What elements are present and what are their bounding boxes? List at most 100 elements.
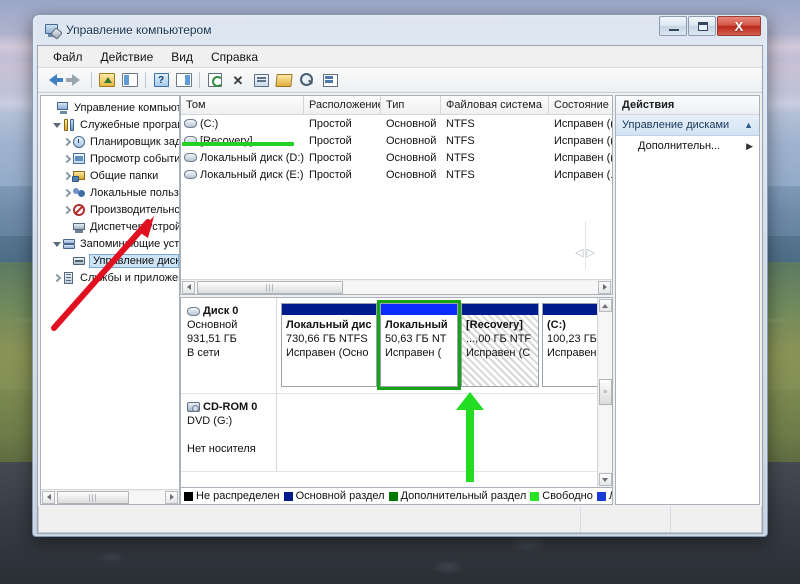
report-button[interactable] [319,70,341,91]
expander-icon[interactable] [51,241,62,247]
tree-root[interactable]: Управление компьютеро [43,99,179,116]
tree-horizontal-scrollbar[interactable]: ||| [41,489,179,504]
tree-item-shared-folders[interactable]: Общие папки [43,167,179,184]
table-row[interactable]: Локальный диск (E:) Простой Основной NTF… [181,166,612,183]
delete-button[interactable]: ✕ [227,70,249,91]
forward-button[interactable] [65,70,87,91]
partition-bar [543,304,597,315]
partition-local-disk-d[interactable]: Локальный дис 730,66 ГБ NTFS Исправен (О… [281,303,377,387]
show-hide-actions-button[interactable] [173,70,195,91]
close-button[interactable]: X [717,16,761,36]
partition-local-disk-e[interactable]: Локальный 50,63 ГБ NT Исправен ( [377,300,461,390]
tree-scroll-thumb[interactable]: ||| [57,490,129,504]
volume-scroll-thumb[interactable]: ||| [197,280,343,294]
partition-status: Исправен ( [385,347,442,359]
pane-splitter-grip[interactable]: ◁ ▷ [572,221,598,269]
disk-row-disk0[interactable]: Диск 0 Основной 931,51 ГБ В сети Локальн… [181,298,597,394]
chevron-right-icon[interactable] [51,273,62,282]
tree-scroll-left-button[interactable] [42,490,55,504]
tree-item-task-scheduler[interactable]: Планировщик зад [43,133,179,150]
tree-root-label: Управление компьютеро [74,101,179,114]
tree-item-local-users[interactable]: Локальные польз [43,184,179,201]
tree-item-disk-management[interactable]: Управление диска [43,252,179,269]
chevron-right-icon[interactable] [61,188,72,197]
chevron-right-icon[interactable] [61,205,72,214]
volume-scroll-track[interactable]: ||| [195,280,598,294]
tree-scroll-track[interactable]: ||| [55,490,165,504]
minimize-button[interactable] [659,16,687,36]
cell-layout: Простой [309,134,352,147]
chevron-up-icon[interactable]: ▲ [744,120,753,130]
show-hide-tree-icon [122,73,138,87]
volume-disk-icon [184,119,197,128]
menu-file[interactable]: Файл [44,48,92,66]
menu-action[interactable]: Действие [92,48,163,66]
partition-title: Локальный [385,319,448,331]
actions-group-label: Управление дисками [622,119,730,131]
cdrom0-partitions [277,394,597,471]
tree-scroll-right-button[interactable] [165,490,178,504]
partition-bar [282,304,376,315]
partition-size: 730,66 ГБ NTFS [286,333,368,345]
disk-row-cdrom0[interactable]: CD-ROM 0 DVD (G:) Нет носителя [181,394,597,472]
console-tree-pane: Управление компьютеро Служебные програм … [40,95,180,505]
tree-item-services-and-apps[interactable]: Службы и приложен [43,269,179,286]
gfx-scroll-up-button[interactable] [598,299,612,312]
volume-list: Том Расположение Тип Файловая система Со… [180,95,619,295]
tree-item-performance[interactable]: Производительнс [43,201,179,218]
gfx-scroll-track-bottom[interactable] [598,405,612,472]
cdrom0-label[interactable]: CD-ROM 0 DVD (G:) Нет носителя [181,394,277,471]
volume-scroll-right-button[interactable] [598,280,611,294]
action-item-more[interactable]: Дополнительн... ▶ [616,136,759,156]
menu-help[interactable]: Справка [202,48,267,66]
cell-type: Основной [386,168,437,181]
chevron-right-icon[interactable] [61,137,72,146]
chevron-right-icon[interactable] [61,171,72,180]
column-header-type[interactable]: Тип [381,96,441,114]
table-row[interactable]: [Recovery] Простой Основной NTFS Исправе… [181,132,612,149]
maximize-button[interactable] [688,16,716,36]
window-titlebar[interactable]: Управление компьютером X [37,15,763,45]
volume-scroll-left-button[interactable] [182,280,195,294]
expander-icon[interactable] [51,122,62,128]
refresh-button[interactable] [204,70,226,91]
folder-up-button[interactable] [96,70,118,91]
tree-item-system-tools[interactable]: Служебные програм [43,116,179,133]
actions-pane: Действия Управление дисками ▲ Дополнител… [615,95,760,505]
tree-item-event-viewer[interactable]: Просмотр событи [43,150,179,167]
tree-item-label: Управление диска [89,253,179,268]
gfx-scroll-track-top[interactable] [598,312,612,379]
partition-c[interactable]: (C:) 100,23 ГБ NTF Исправен (Сх [542,303,597,387]
cell-filesystem: NTFS [446,117,475,130]
volume-list-horizontal-scrollbar[interactable]: ||| [181,279,612,294]
partition-recovery[interactable]: [Recovery] ...,00 ГБ NTF Исправен (С [461,303,539,387]
tree-item-device-manager[interactable]: Диспетчер устрой [43,218,179,235]
disk0-label[interactable]: Диск 0 Основной 931,51 ГБ В сети [181,298,277,393]
toolbar: ? ✕ [38,68,762,93]
window-controls: X [659,16,761,36]
graphical-view-vertical-scrollbar[interactable]: ≡ [597,298,612,487]
tree-item-storage[interactable]: Запоминающие устр [43,235,179,252]
chevron-right-icon[interactable]: ▶ [746,141,753,152]
open-folder-button[interactable] [273,70,295,91]
table-row[interactable]: (C:) Простой Основной NTFS Исправен (( [181,115,612,132]
menu-view[interactable]: Вид [162,48,202,66]
column-header-volume[interactable]: Том [181,96,304,114]
actions-group-disk-management[interactable]: Управление дисками ▲ [616,115,759,136]
services-icon [62,271,77,285]
computer-management-icon [44,22,63,40]
properties-button[interactable] [250,70,272,91]
tree-item-label: Диспетчер устрой [90,220,179,233]
column-header-layout[interactable]: Расположение [304,96,381,114]
gfx-scroll-thumb[interactable]: ≡ [598,379,612,405]
table-row[interactable]: Локальный диск (D:) Простой Основной NTF… [181,149,612,166]
help-button[interactable]: ? [150,70,172,91]
disk0-status: В сети [187,347,220,359]
show-hide-tree-button[interactable] [119,70,141,91]
gfx-scroll-down-button[interactable] [598,473,612,486]
back-button[interactable] [42,70,64,91]
zoom-button[interactable] [296,70,318,91]
chevron-right-icon[interactable] [61,154,72,163]
column-header-status[interactable]: Состояние [549,96,619,114]
column-header-filesystem[interactable]: Файловая система [441,96,549,114]
